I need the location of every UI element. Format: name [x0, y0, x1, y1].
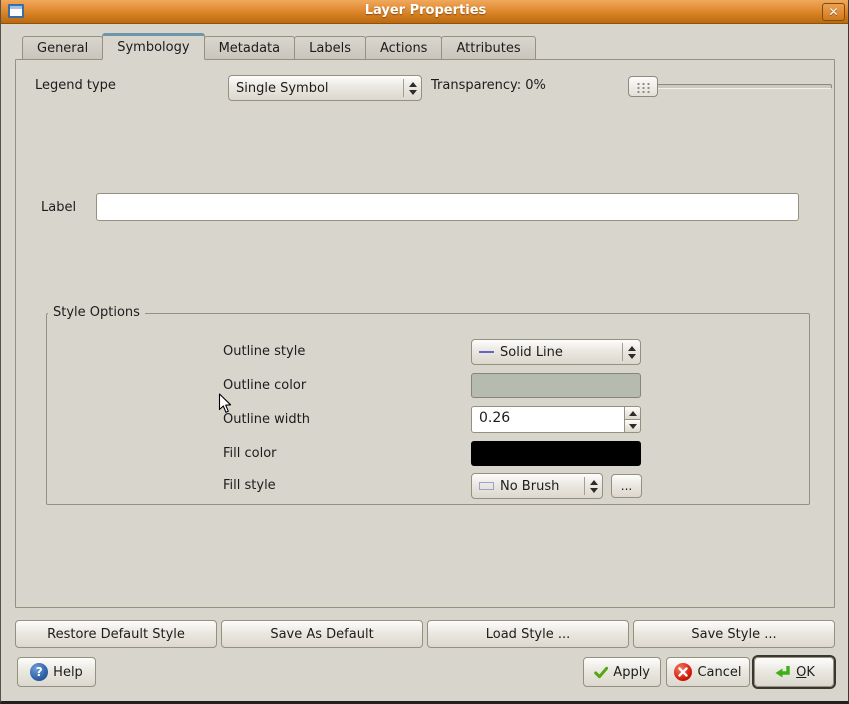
tab-actions[interactable]: Actions — [365, 36, 443, 60]
legend-type-label: Legend type — [35, 78, 116, 93]
checkmark-icon — [594, 665, 608, 680]
mouse-cursor — [218, 393, 233, 415]
titlebar[interactable]: Layer Properties ✕ — [0, 0, 849, 24]
style-button-row: Restore Default Style Save As Default Lo… — [15, 620, 835, 648]
enter-arrow-icon — [773, 664, 791, 680]
outline-width-value[interactable]: 0.26 — [471, 406, 624, 433]
tab-general[interactable]: General — [22, 36, 103, 60]
window-title: Layer Properties — [0, 3, 849, 18]
label-label: Label — [41, 200, 76, 215]
chevron-updown-icon — [623, 346, 640, 359]
style-options-title: Style Options — [48, 305, 145, 320]
outline-width-spinbox[interactable]: 0.26 — [471, 406, 641, 433]
style-options-group: Style Options — [46, 305, 810, 505]
slider-track[interactable] — [630, 84, 832, 89]
fill-style-label: Fill style — [223, 478, 276, 493]
tab-attributes[interactable]: Attributes — [441, 36, 535, 60]
apply-button[interactable]: Apply — [583, 657, 661, 687]
close-button[interactable]: ✕ — [822, 3, 845, 21]
save-as-default-button[interactable]: Save As Default — [221, 620, 423, 648]
fill-style-value: No Brush — [500, 479, 584, 494]
spin-down-button[interactable] — [624, 419, 641, 433]
outline-color-label: Outline color — [223, 378, 306, 393]
restore-default-style-button[interactable]: Restore Default Style — [15, 620, 217, 648]
outline-style-value: Solid Line — [500, 345, 622, 360]
tab-labels[interactable]: Labels — [294, 36, 366, 60]
tab-metadata[interactable]: Metadata — [204, 36, 296, 60]
spin-up-button[interactable] — [624, 406, 641, 419]
chevron-updown-icon — [585, 480, 602, 493]
fill-style-combobox[interactable]: No Brush — [471, 473, 603, 499]
fill-color-label: Fill color — [223, 446, 277, 461]
cancel-button[interactable]: Cancel — [666, 657, 750, 687]
help-button[interactable]: ? Help — [17, 657, 96, 687]
fill-style-more-button[interactable]: ... — [611, 474, 642, 498]
help-icon: ? — [30, 663, 48, 681]
transparency-label: Transparency: 0% — [431, 78, 546, 93]
close-icon: ✕ — [828, 5, 838, 19]
no-brush-icon — [479, 482, 494, 490]
label-input[interactable] — [96, 193, 799, 221]
outline-style-label: Outline style — [223, 344, 305, 359]
outline-style-combobox[interactable]: Solid Line — [471, 339, 641, 365]
solid-line-icon — [479, 351, 494, 353]
ok-button[interactable]: OK — [754, 657, 834, 687]
slider-handle[interactable] — [628, 76, 658, 97]
outline-width-label: Outline width — [223, 412, 310, 427]
load-style-button[interactable]: Load Style ... — [427, 620, 629, 648]
grip-dots-icon — [636, 82, 652, 93]
legend-type-combobox[interactable]: Single Symbol — [228, 75, 422, 101]
save-style-button[interactable]: Save Style ... — [633, 620, 835, 648]
transparency-slider[interactable] — [628, 76, 834, 98]
tab-bar: General Symbology Metadata Labels Action… — [22, 33, 535, 60]
layer-properties-dialog: Layer Properties ✕ General Symbology Met… — [0, 0, 849, 704]
chevron-updown-icon — [404, 82, 421, 95]
cancel-x-icon — [674, 663, 692, 681]
tab-symbology[interactable]: Symbology — [102, 33, 204, 60]
legend-type-value: Single Symbol — [236, 81, 403, 96]
outline-color-button[interactable] — [471, 373, 641, 398]
fill-color-button[interactable] — [471, 441, 641, 466]
